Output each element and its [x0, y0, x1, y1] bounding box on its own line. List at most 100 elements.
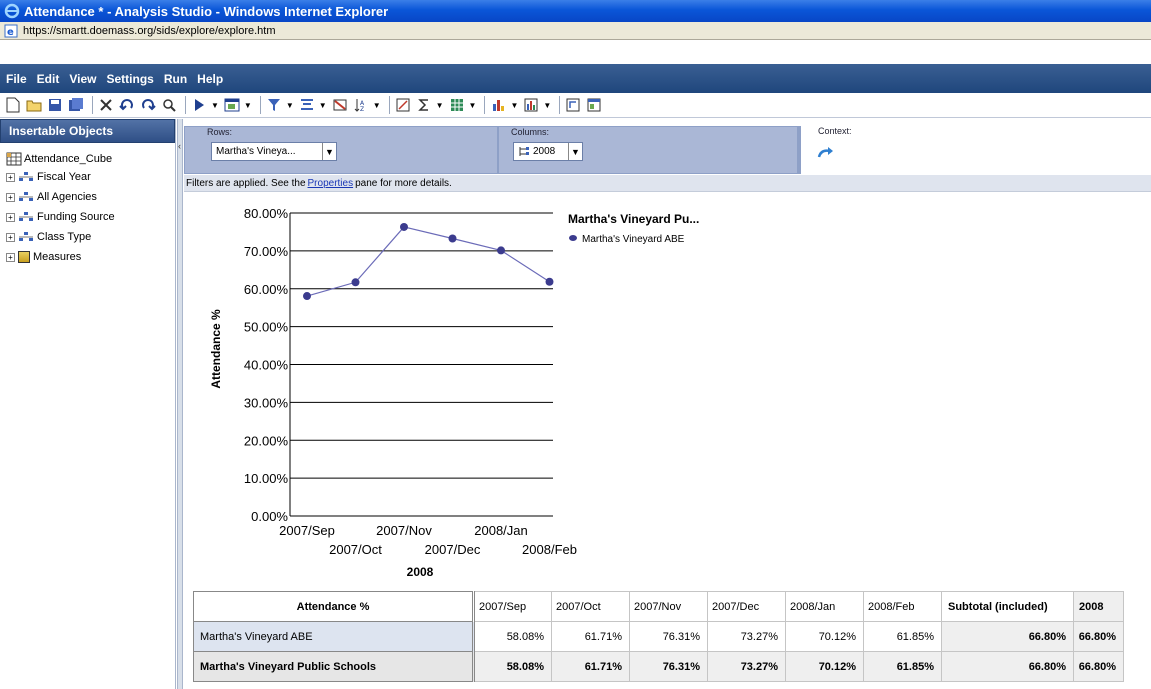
table-row: Martha's Vineyard ABE 58.08% 61.71% 76.3…	[193, 621, 1124, 652]
filter-icon[interactable]	[265, 96, 283, 114]
column-header[interactable]: 2008/Feb	[863, 591, 942, 622]
display-dropdown-icon[interactable]: ▼	[244, 101, 252, 110]
run-dropdown-icon[interactable]: ▼	[211, 101, 219, 110]
subtotal-header[interactable]: Subtotal (included)	[941, 591, 1074, 622]
open-folder-icon[interactable]	[25, 96, 43, 114]
y-axis-title: Attendance %	[209, 309, 223, 389]
sort-icon[interactable]: AZ	[352, 96, 370, 114]
series-line	[306, 226, 550, 297]
rows-selector[interactable]: Martha's Vineya... ▼	[211, 142, 337, 161]
column-header[interactable]: 2007/Oct	[551, 591, 630, 622]
column-header[interactable]: 2007/Nov	[629, 591, 708, 622]
filter-text: Filters are applied. See the	[186, 177, 306, 189]
chart-type-icon[interactable]	[489, 96, 507, 114]
dimension-icon	[519, 147, 529, 156]
menu-edit[interactable]: Edit	[37, 72, 60, 86]
tree-item-label: All Agencies	[37, 191, 97, 203]
expand-icon[interactable]: +	[6, 172, 15, 182]
filter-dropdown-icon[interactable]: ▼	[286, 101, 294, 110]
tree-item-label: Class Type	[37, 231, 92, 243]
data-point	[448, 234, 457, 243]
rows-drop-zone[interactable]: Rows: Martha's Vineya... ▼	[184, 126, 498, 174]
row-header[interactable]: Martha's Vineyard ABE	[193, 621, 474, 652]
x-tick-label: 2008/Feb	[522, 542, 577, 557]
save-as-icon[interactable]	[67, 96, 85, 114]
find-icon[interactable]	[160, 96, 178, 114]
row-header[interactable]: Martha's Vineyard Public Schools	[193, 651, 474, 682]
sort-dropdown-icon[interactable]: ▼	[373, 101, 381, 110]
y-tick-label: 0.00%	[251, 509, 288, 524]
table-corner-header[interactable]: Attendance %	[193, 591, 474, 622]
data-point	[351, 278, 360, 287]
toolbar-separator	[484, 96, 486, 114]
menu-settings[interactable]: Settings	[106, 72, 153, 86]
run-icon[interactable]	[190, 96, 208, 114]
table-cell: 76.31%	[629, 621, 708, 652]
table-cell: 58.08%	[472, 621, 552, 652]
y-tick-label: 20.00%	[244, 433, 289, 448]
undo-icon[interactable]	[118, 96, 136, 114]
menu-help[interactable]: Help	[197, 72, 223, 86]
properties-icon[interactable]	[585, 96, 603, 114]
spreadsheet-dropdown-icon[interactable]: ▼	[469, 101, 477, 110]
tree-item-class-type[interactable]: + Class Type	[6, 227, 175, 247]
spreadsheet-icon[interactable]	[448, 96, 466, 114]
new-icon[interactable]	[4, 96, 22, 114]
column-header[interactable]: 2007/Sep	[472, 591, 552, 622]
menu-file[interactable]: File	[6, 72, 27, 86]
swap-rows-columns-icon[interactable]	[564, 96, 582, 114]
filter-text-suffix: pane for more details.	[355, 177, 452, 189]
display-options-icon[interactable]	[223, 96, 241, 114]
table-cell: 61.85%	[863, 651, 942, 682]
table-cell: 61.71%	[551, 651, 630, 682]
internet-explorer-icon	[4, 3, 20, 19]
expand-icon[interactable]: +	[6, 252, 15, 262]
top-bottom-dropdown-icon[interactable]: ▼	[319, 101, 327, 110]
pane-splitter[interactable]: ‹	[177, 119, 183, 689]
delete-icon[interactable]	[97, 96, 115, 114]
menu-run[interactable]: Run	[164, 72, 187, 86]
tree-item-measures[interactable]: + Measures	[6, 247, 175, 267]
window-title-bar: Attendance * - Analysis Studio - Windows…	[0, 0, 1151, 22]
column-header[interactable]: 2007/Dec	[707, 591, 786, 622]
sum-icon[interactable]	[415, 96, 433, 114]
tree-item-fiscal-year[interactable]: + Fiscal Year	[6, 167, 175, 187]
redo-icon[interactable]	[139, 96, 157, 114]
expand-icon[interactable]: +	[6, 232, 15, 242]
chevron-down-icon[interactable]: ▼	[322, 143, 336, 160]
insert-calculation-icon[interactable]	[394, 96, 412, 114]
chevron-down-icon[interactable]: ▼	[568, 143, 582, 160]
collapse-pane-icon[interactable]: ‹	[178, 141, 181, 151]
chart-type-dropdown-icon[interactable]: ▼	[510, 101, 518, 110]
tree-root[interactable]: Attendance_Cube	[6, 151, 175, 167]
expand-icon[interactable]: +	[6, 212, 15, 222]
chart-options-dropdown-icon[interactable]: ▼	[543, 101, 551, 110]
year-total-cell: 66.80%	[1073, 651, 1124, 682]
properties-link[interactable]: Properties	[308, 178, 354, 189]
toolbar-separator	[185, 96, 186, 114]
address-bar[interactable]: e https://smartt.doemass.org/sids/explor…	[0, 22, 1151, 40]
context-drop-zone[interactable]: Context:	[798, 126, 1151, 174]
tree-item-all-agencies[interactable]: + All Agencies	[6, 187, 175, 207]
svg-text:Z: Z	[360, 106, 364, 112]
address-url[interactable]: https://smartt.doemass.org/sids/explore/…	[23, 25, 276, 37]
chart-options-icon[interactable]	[522, 96, 540, 114]
table-cell: 76.31%	[629, 651, 708, 682]
suppress-icon[interactable]	[331, 96, 349, 114]
columns-label: Columns:	[511, 127, 550, 137]
year-header[interactable]: 2008	[1073, 591, 1124, 622]
legend-label: Martha's Vineyard ABE	[582, 234, 685, 245]
save-icon[interactable]	[46, 96, 64, 114]
columns-selector[interactable]: 2008 ▼	[513, 142, 583, 161]
page-icon: e	[4, 24, 18, 38]
columns-drop-zone[interactable]: Columns: 2008 ▼	[498, 126, 798, 174]
tree-item-funding-source[interactable]: + Funding Source	[6, 207, 175, 227]
x-axis-title: 2008	[407, 565, 434, 579]
tree-item-label: Fiscal Year	[37, 171, 91, 183]
expand-icon[interactable]: +	[6, 192, 15, 202]
menu-view[interactable]: View	[69, 72, 96, 86]
column-header[interactable]: 2008/Jan	[785, 591, 864, 622]
top-bottom-icon[interactable]	[298, 96, 316, 114]
rows-value: Martha's Vineya...	[216, 146, 296, 157]
sum-dropdown-icon[interactable]: ▼	[436, 101, 444, 110]
